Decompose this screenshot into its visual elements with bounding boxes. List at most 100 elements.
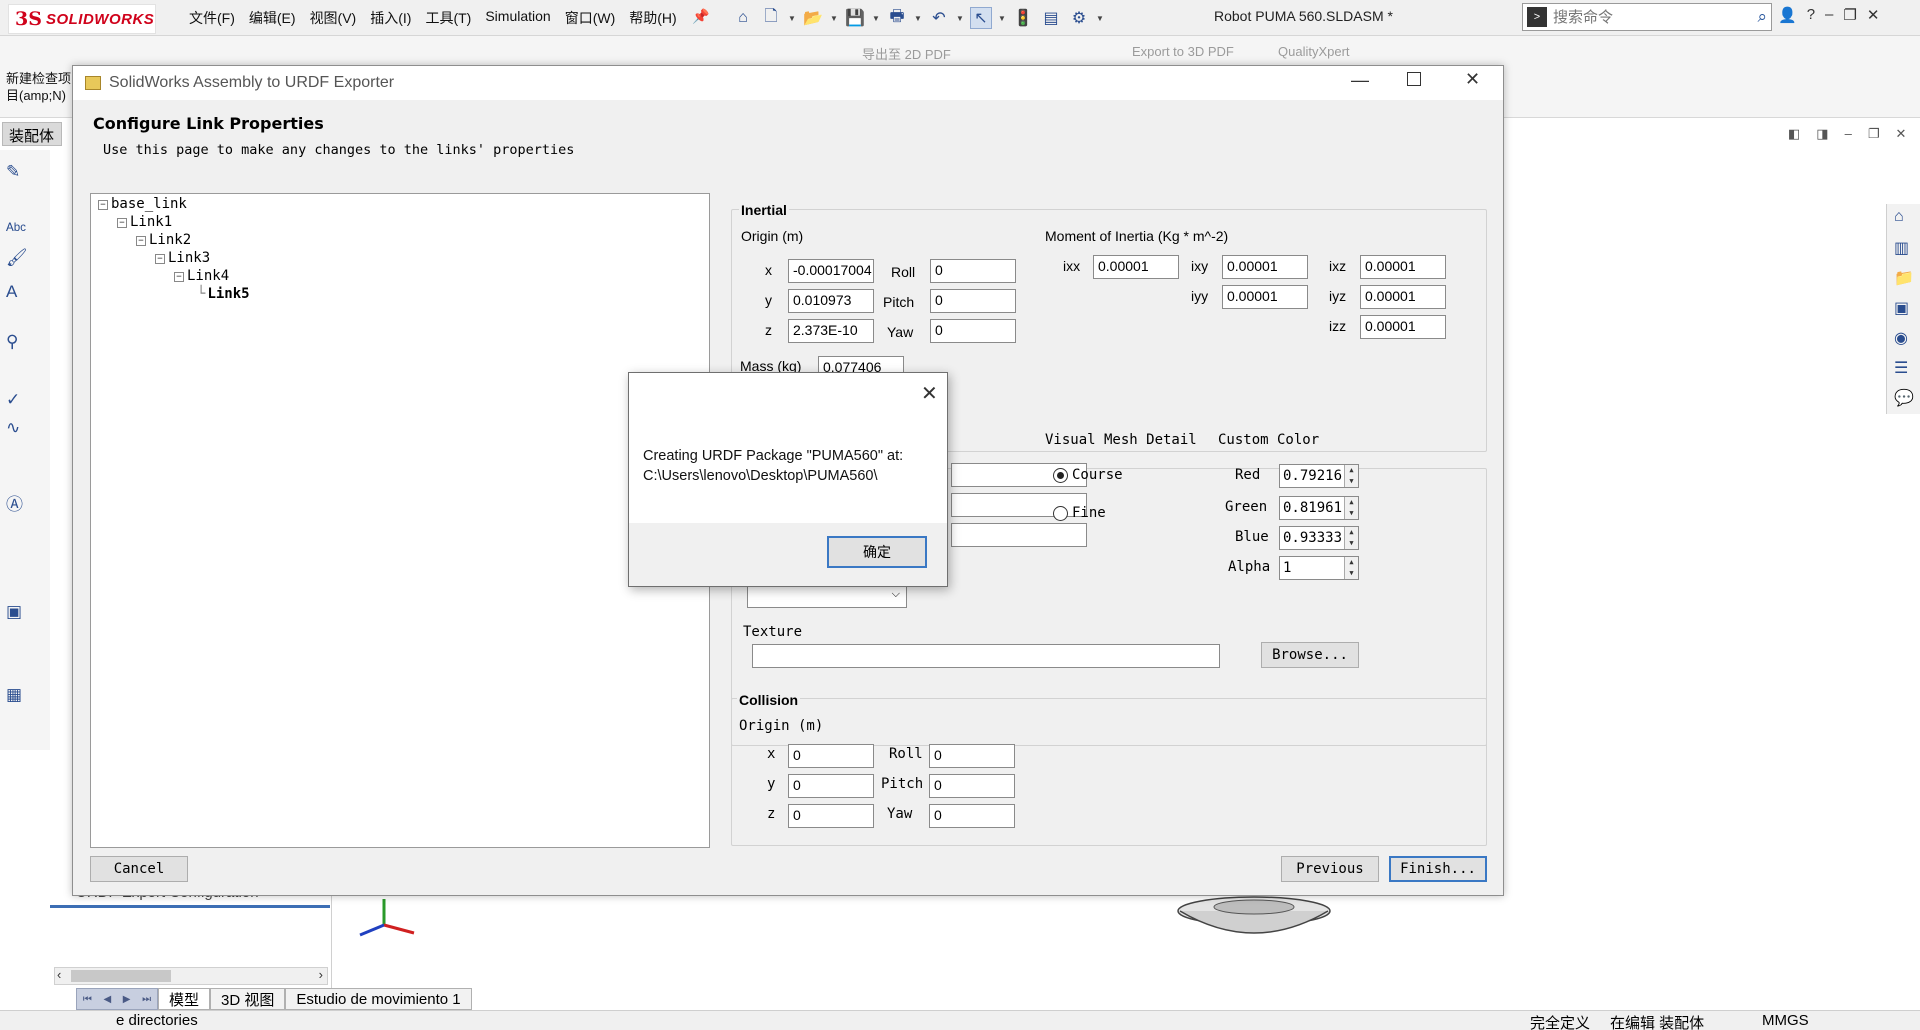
horizontal-scrollbar[interactable]: ‹ › bbox=[54, 967, 328, 985]
search-icon[interactable]: ⌕ bbox=[1757, 7, 1771, 27]
qualityxpert-button[interactable]: QualityXpert bbox=[1278, 44, 1350, 59]
collapse-icon[interactable]: − bbox=[155, 254, 165, 264]
tree-node-link4[interactable]: − Link4 bbox=[174, 268, 229, 285]
inertial-roll-input[interactable]: 0 bbox=[930, 259, 1016, 283]
inertial-y-input[interactable]: 0.010973 bbox=[788, 289, 874, 313]
scroll-right-icon[interactable]: › bbox=[319, 967, 323, 982]
menu-file[interactable]: 文件(F) bbox=[182, 8, 242, 28]
tab-3d-view[interactable]: 3D 视图 bbox=[210, 988, 286, 1010]
ok-button[interactable]: 确定 bbox=[827, 536, 927, 568]
status-units[interactable]: MMGS bbox=[1762, 1012, 1809, 1029]
menu-help[interactable]: 帮助(H) bbox=[622, 8, 683, 28]
restore-icon[interactable]: ❐ bbox=[1843, 6, 1856, 24]
sketch-tool-icon[interactable]: ✎ bbox=[6, 162, 20, 182]
collision-pitch-input[interactable]: 0 bbox=[929, 774, 1015, 798]
blue-spinner[interactable]: 0.93333 ▲ ▼ bbox=[1279, 526, 1359, 550]
chevron-down-icon[interactable]: ▼ bbox=[1096, 14, 1104, 23]
tile-left-icon[interactable]: ◧ bbox=[1788, 126, 1800, 142]
tab-navigation[interactable]: ⏮ ◀ ▶ ⏭ bbox=[76, 988, 158, 1010]
inertial-yaw-input[interactable]: 0 bbox=[930, 319, 1016, 343]
material-dropdown[interactable]: ⌵ bbox=[747, 586, 907, 608]
collapse-icon[interactable]: − bbox=[98, 200, 108, 210]
spin-up-icon[interactable]: ▲ bbox=[1344, 527, 1358, 538]
tree-node-link3[interactable]: − Link3 bbox=[155, 250, 210, 267]
chevron-down-icon[interactable]: ▼ bbox=[788, 14, 796, 23]
previous-button[interactable]: Previous bbox=[1281, 856, 1379, 882]
home-icon[interactable]: ⌂ bbox=[1894, 208, 1904, 226]
alpha-spinner[interactable]: 1 ▲ ▼ bbox=[1279, 556, 1359, 580]
tree-node-base-link[interactable]: − base_link bbox=[98, 196, 187, 213]
print-icon[interactable]: 🖶 bbox=[886, 7, 908, 29]
izz-input[interactable]: 0.00001 bbox=[1360, 315, 1446, 339]
pin-icon[interactable]: 📌 bbox=[692, 8, 709, 25]
prev-tab-icon[interactable]: ◀ bbox=[103, 994, 111, 1005]
collision-y-input[interactable]: 0 bbox=[788, 774, 874, 798]
inertial-z-input[interactable]: 2.373E-10 bbox=[788, 319, 874, 343]
menu-view[interactable]: 视图(V) bbox=[303, 8, 364, 28]
ixz-input[interactable]: 0.00001 bbox=[1360, 255, 1446, 279]
tab-assembly[interactable]: 装配体 bbox=[2, 122, 62, 146]
spin-up-icon[interactable]: ▲ bbox=[1344, 465, 1358, 476]
menu-edit[interactable]: 编辑(E) bbox=[242, 8, 303, 28]
collapse-icon[interactable]: − bbox=[174, 272, 184, 282]
undo-icon[interactable]: ↶ bbox=[928, 7, 950, 29]
visual-field-3[interactable] bbox=[951, 523, 1087, 547]
inertial-x-input[interactable]: -0.00017004 bbox=[788, 259, 874, 283]
search-input[interactable] bbox=[1553, 8, 1758, 26]
last-tab-icon[interactable]: ⏭ bbox=[142, 994, 151, 1005]
chevron-down-icon[interactable]: ▼ bbox=[872, 14, 880, 23]
annotation-icon[interactable]: Ⓐ bbox=[6, 490, 23, 515]
link-tree[interactable]: − base_link − Link1 − Link2 − Link3 − Link4 └… bbox=[90, 193, 710, 848]
tab-model[interactable]: 模型 bbox=[158, 988, 211, 1010]
chevron-down-icon[interactable]: ▼ bbox=[998, 14, 1006, 23]
collapse-icon[interactable]: − bbox=[117, 218, 127, 228]
mesh-detail-course-radio[interactable]: Course bbox=[1053, 467, 1123, 483]
browse-button[interactable]: Browse... bbox=[1261, 642, 1359, 668]
snapshot-icon[interactable]: ▣ bbox=[6, 602, 22, 622]
spelling-icon[interactable]: ᴬᵇᶜ bbox=[6, 220, 26, 240]
iyy-input[interactable]: 0.00001 bbox=[1222, 285, 1308, 309]
measure-icon[interactable]: ⚲ bbox=[6, 332, 18, 352]
finish-button[interactable]: Finish... bbox=[1389, 856, 1487, 882]
menu-simulation[interactable]: Simulation bbox=[478, 8, 557, 28]
restore-icon[interactable]: ❐ bbox=[1868, 126, 1880, 142]
close-icon[interactable]: ✕ bbox=[1465, 69, 1480, 90]
collision-yaw-input[interactable]: 0 bbox=[929, 804, 1015, 828]
spin-down-icon[interactable]: ▼ bbox=[1344, 568, 1358, 579]
paint-icon[interactable]: 🖌 bbox=[6, 248, 28, 268]
table-icon[interactable]: ▦ bbox=[6, 685, 22, 705]
close-icon[interactable]: ✕ bbox=[1895, 126, 1906, 142]
file-properties-icon[interactable]: ▤ bbox=[1040, 7, 1062, 29]
forum-icon[interactable]: 💬 bbox=[1894, 388, 1914, 408]
cancel-button[interactable]: Cancel bbox=[90, 856, 188, 882]
scrollbar-thumb[interactable] bbox=[71, 970, 171, 982]
tile-right-icon[interactable]: ◨ bbox=[1816, 126, 1828, 142]
spin-down-icon[interactable]: ▼ bbox=[1344, 476, 1358, 487]
ixx-input[interactable]: 0.00001 bbox=[1093, 255, 1179, 279]
check-icon[interactable]: ✓ bbox=[6, 390, 20, 410]
open-folder-icon[interactable]: 📂 bbox=[802, 7, 824, 29]
menu-insert[interactable]: 插入(I) bbox=[363, 8, 418, 28]
select-pointer-icon[interactable]: ↖ bbox=[970, 7, 992, 29]
texture-input[interactable] bbox=[752, 644, 1220, 668]
appearances-icon[interactable]: ◉ bbox=[1894, 328, 1908, 348]
collision-roll-input[interactable]: 0 bbox=[929, 744, 1015, 768]
menu-window[interactable]: 窗口(W) bbox=[558, 8, 623, 28]
tab-motion-study[interactable]: Estudio de movimiento 1 bbox=[285, 988, 472, 1010]
spin-down-icon[interactable]: ▼ bbox=[1344, 538, 1358, 549]
chevron-down-icon[interactable]: ▼ bbox=[956, 14, 964, 23]
search-commands-box[interactable]: > ⌕ bbox=[1522, 3, 1772, 31]
spin-down-icon[interactable]: ▼ bbox=[1344, 508, 1358, 519]
red-spinner[interactable]: 0.79216 ▲ ▼ bbox=[1279, 464, 1359, 488]
tree-node-link1[interactable]: − Link1 bbox=[117, 214, 172, 231]
custom-properties-icon[interactable]: ☰ bbox=[1894, 358, 1908, 378]
iyz-input[interactable]: 0.00001 bbox=[1360, 285, 1446, 309]
first-tab-icon[interactable]: ⏮ bbox=[83, 994, 92, 1005]
home-icon[interactable]: ⌂ bbox=[732, 7, 754, 29]
text-tool-icon[interactable]: A bbox=[6, 282, 17, 302]
spin-up-icon[interactable]: ▲ bbox=[1344, 557, 1358, 568]
ixy-input[interactable]: 0.00001 bbox=[1222, 255, 1308, 279]
view-palette-icon[interactable]: ▣ bbox=[1894, 298, 1909, 318]
maximize-icon[interactable] bbox=[1407, 72, 1421, 86]
tree-node-link5[interactable]: └ Link5 bbox=[197, 286, 250, 303]
